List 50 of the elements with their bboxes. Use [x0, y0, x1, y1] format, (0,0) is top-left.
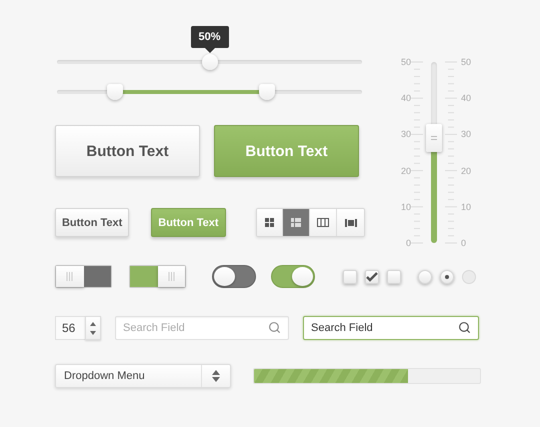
stepper-button[interactable]	[85, 316, 101, 340]
up-down-arrows-icon	[212, 370, 220, 382]
search-icon	[458, 321, 471, 334]
value-tooltip: 50%	[190, 26, 229, 53]
slider-thumb[interactable]	[106, 84, 123, 100]
scale-label: 20	[400, 164, 411, 177]
scale-label: 30	[400, 128, 411, 140]
check-icon	[366, 272, 378, 282]
grip-icon	[431, 136, 437, 140]
scale-label: 50	[400, 56, 411, 68]
media-icon	[344, 218, 357, 226]
view-button[interactable]	[256, 209, 284, 236]
grip-icon	[168, 272, 175, 281]
vertical-slider[interactable]	[427, 62, 441, 243]
search-field[interactable]: Search Field	[303, 316, 479, 340]
checkbox[interactable]	[387, 270, 401, 284]
list-icon	[291, 218, 302, 227]
slider-thumb[interactable]	[426, 124, 442, 152]
up-down-arrows-icon	[90, 322, 96, 334]
view-button[interactable]	[337, 209, 364, 236]
scale-label: 40	[400, 92, 411, 104]
range-slider[interactable]	[57, 84, 362, 100]
scale-label: 0	[461, 236, 468, 249]
slider-thumb[interactable]	[202, 54, 218, 70]
default-button[interactable]: Button Text	[55, 208, 130, 237]
slider-thumb[interactable]	[259, 84, 276, 100]
grip-icon	[66, 272, 74, 281]
default-button[interactable]: Button Text	[55, 125, 200, 177]
checkbox[interactable]	[365, 270, 379, 284]
columns-icon	[317, 218, 330, 227]
scale-label: 50	[461, 56, 472, 68]
scale-label: 30	[461, 128, 472, 140]
search-field[interactable]: Search Field	[115, 316, 289, 340]
scale-label: 10	[461, 200, 472, 213]
number-field[interactable]: 56	[55, 316, 85, 340]
view-button[interactable]	[283, 209, 310, 236]
scale-label: 20	[461, 164, 472, 177]
checkbox[interactable]	[343, 270, 357, 284]
radio-dot-icon	[445, 274, 449, 278]
scale-label: 10	[400, 200, 411, 213]
scale-label: 0	[404, 236, 411, 249]
radio-button[interactable]	[418, 270, 432, 284]
search-icon	[268, 321, 281, 334]
view-button[interactable]	[310, 209, 338, 236]
grid-icon	[264, 218, 274, 227]
scale-label: 40	[461, 92, 472, 104]
dropdown-menu[interactable]: Dropdown Menu	[55, 364, 231, 388]
toggle-switch[interactable]	[212, 265, 256, 288]
toggle-switch[interactable]	[271, 265, 315, 288]
radio-button[interactable]	[440, 270, 454, 284]
